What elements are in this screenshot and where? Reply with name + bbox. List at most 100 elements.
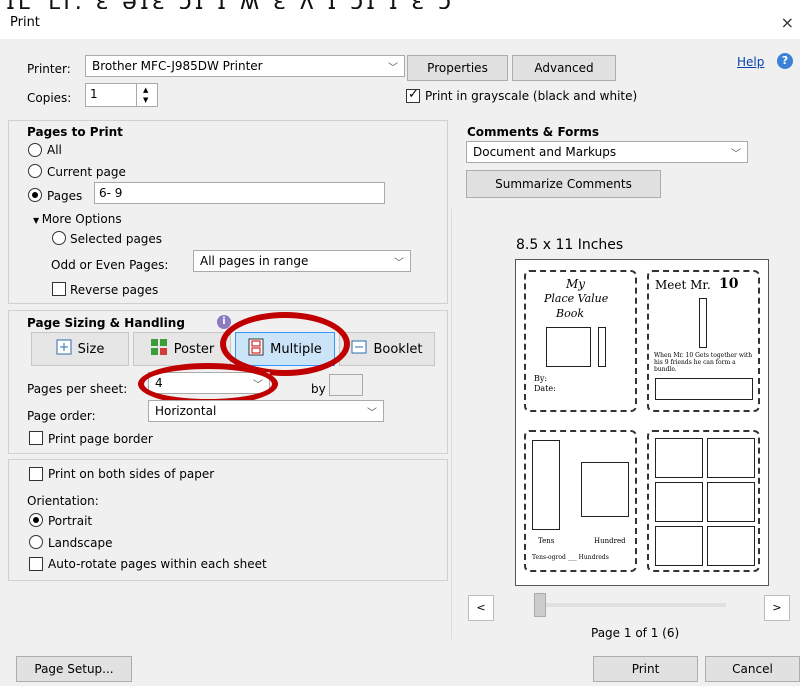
- size-icon: [56, 339, 72, 359]
- preview-thumbnail-4: [647, 430, 760, 572]
- odd-even-select[interactable]: All pages in range ﹀: [193, 250, 411, 272]
- help-icon[interactable]: ?: [777, 53, 793, 69]
- thumb2-caption: When Mr. 10 Gets together with his 9 fri…: [654, 352, 753, 373]
- copies-input[interactable]: 1: [85, 83, 137, 107]
- thumb1-line3: Book: [556, 307, 584, 320]
- print-border-checkbox[interactable]: [29, 431, 43, 445]
- copies-stepper[interactable]: ▲ ▼: [136, 83, 158, 107]
- cancel-button[interactable]: Cancel: [705, 656, 800, 682]
- print-button[interactable]: Print: [593, 656, 698, 682]
- multiple-button[interactable]: Multiple: [235, 332, 335, 366]
- autorotate-checkbox[interactable]: [29, 557, 43, 571]
- copies-label: Copies:: [27, 91, 72, 105]
- summarize-comments-button[interactable]: Summarize Comments: [466, 170, 661, 198]
- title-bar: [0, 9, 800, 39]
- printer-label: Printer:: [27, 62, 71, 76]
- poster-icon: [150, 338, 168, 360]
- page-info: Page 1 of 1 (6): [591, 626, 680, 640]
- thumb1-date: Date:: [534, 384, 556, 393]
- help-link[interactable]: Help: [737, 55, 764, 69]
- pages-range-input[interactable]: 6- 9: [94, 182, 385, 204]
- booklet-button[interactable]: Booklet: [339, 332, 435, 366]
- poster-label: Poster: [173, 341, 215, 357]
- booklet-label: Booklet: [373, 341, 423, 357]
- comments-select[interactable]: Document and Markups ﹀: [466, 141, 748, 163]
- preview-sheet: My Place Value Book By: Date: Meet Mr. 1…: [515, 259, 769, 586]
- thumb3-bottom: Tens-ogrod ___ Hundreds: [532, 554, 609, 561]
- autorotate-label: Auto-rotate pages within each sheet: [48, 557, 267, 571]
- poster-button[interactable]: Poster: [133, 332, 231, 366]
- selected-pages-radio[interactable]: [52, 231, 66, 245]
- page-setup-button[interactable]: Page Setup...: [16, 656, 132, 682]
- paper-size-label: 8.5 x 11 Inches: [516, 237, 624, 253]
- page-order-value: Horizontal: [155, 404, 217, 418]
- info-icon[interactable]: i: [217, 315, 231, 329]
- spin-up-icon[interactable]: ▲: [143, 86, 148, 94]
- by-input[interactable]: [329, 374, 363, 396]
- multiple-label: Multiple: [270, 341, 322, 357]
- ten-rod-character: [699, 298, 707, 348]
- comments-value: Document and Markups: [473, 145, 617, 159]
- chevron-down-icon: ﹀: [253, 380, 263, 391]
- more-options-toggle[interactable]: ▼ More Options: [33, 212, 122, 226]
- more-options-label: More Options: [41, 212, 122, 226]
- all-radio[interactable]: [28, 143, 42, 157]
- print-border-label: Print page border: [48, 432, 153, 446]
- selected-pages-label: Selected pages: [70, 232, 163, 246]
- grid-cell: [655, 526, 703, 566]
- preview-thumbnail-1: My Place Value Book By: Date:: [524, 270, 637, 412]
- grid-cell: [707, 438, 755, 478]
- pages-per-sheet-label: Pages per sheet:: [27, 382, 128, 396]
- grayscale-checkbox[interactable]: [406, 87, 420, 103]
- preview-thumbnail-3: Tens Hundred Tens-ogrod ___ Hundreds: [524, 430, 637, 572]
- size-label: Size: [77, 341, 105, 357]
- grid-cell: [655, 482, 703, 522]
- page-order-select[interactable]: Horizontal ﹀: [148, 400, 384, 422]
- pages-radio[interactable]: [28, 188, 42, 202]
- grayscale-label: Print in grayscale (black and white): [425, 89, 638, 103]
- close-icon[interactable]: ×: [781, 13, 794, 32]
- thumb1-by: By:: [534, 374, 548, 383]
- hundred-block-character: [581, 462, 629, 517]
- thumb1-line2: Place Value: [544, 292, 609, 305]
- next-page-button[interactable]: >: [764, 595, 790, 621]
- chevron-down-icon: ﹀: [367, 408, 377, 419]
- all-label: All: [47, 143, 62, 157]
- pages-to-print-heading: Pages to Print: [27, 125, 123, 139]
- portrait-radio[interactable]: [29, 513, 43, 527]
- size-button[interactable]: Size: [31, 332, 129, 366]
- by-label: by: [311, 382, 326, 396]
- page-sizing-heading: Page Sizing & Handling: [27, 316, 185, 330]
- landscape-radio[interactable]: [29, 535, 43, 549]
- pages-label: Pages: [47, 189, 83, 203]
- grid-cell: [655, 438, 703, 478]
- current-page-label: Current page: [47, 165, 126, 179]
- thumb1-line1: My: [566, 277, 586, 291]
- thumb2-number: 10: [719, 276, 739, 292]
- thumb3-left: Tens: [538, 537, 555, 545]
- triangle-down-icon: ▼: [33, 216, 42, 225]
- pages-per-sheet-select[interactable]: 4 ﹀: [148, 372, 270, 394]
- reverse-pages-checkbox[interactable]: [52, 282, 66, 296]
- cropped-top-strip: ɪʟ_ʟʃ, ɛ əɪɛ ɔɪ ɪ ʍ ɛ ʌ ɪ ɔɪ ɪ ɛ ɔ: [0, 0, 800, 9]
- page-slider-thumb[interactable]: [534, 593, 546, 617]
- thumb3-right: Hundred: [594, 537, 626, 545]
- orientation-label: Orientation:: [27, 494, 99, 508]
- odd-even-value: All pages in range: [200, 254, 309, 268]
- grid-cell: [707, 482, 755, 522]
- spin-down-icon[interactable]: ▼: [143, 96, 148, 104]
- ten-rods-row: [655, 378, 753, 400]
- ten-rods-stack: [532, 440, 560, 530]
- both-sides-checkbox[interactable]: [29, 467, 43, 481]
- prev-page-button[interactable]: <: [468, 595, 494, 621]
- chevron-down-icon: ﹀: [394, 258, 404, 269]
- comments-heading: Comments & Forms: [467, 125, 599, 139]
- printer-value: Brother MFC-J985DW Printer: [92, 59, 263, 73]
- printer-select[interactable]: Brother MFC-J985DW Printer ﹀: [85, 55, 405, 77]
- pages-per-sheet-value: 4: [155, 376, 163, 390]
- properties-button[interactable]: Properties: [407, 55, 508, 81]
- current-page-radio[interactable]: [28, 164, 42, 178]
- page-slider-track[interactable]: [540, 603, 726, 607]
- advanced-button[interactable]: Advanced: [512, 55, 616, 81]
- grid-cell: [707, 526, 755, 566]
